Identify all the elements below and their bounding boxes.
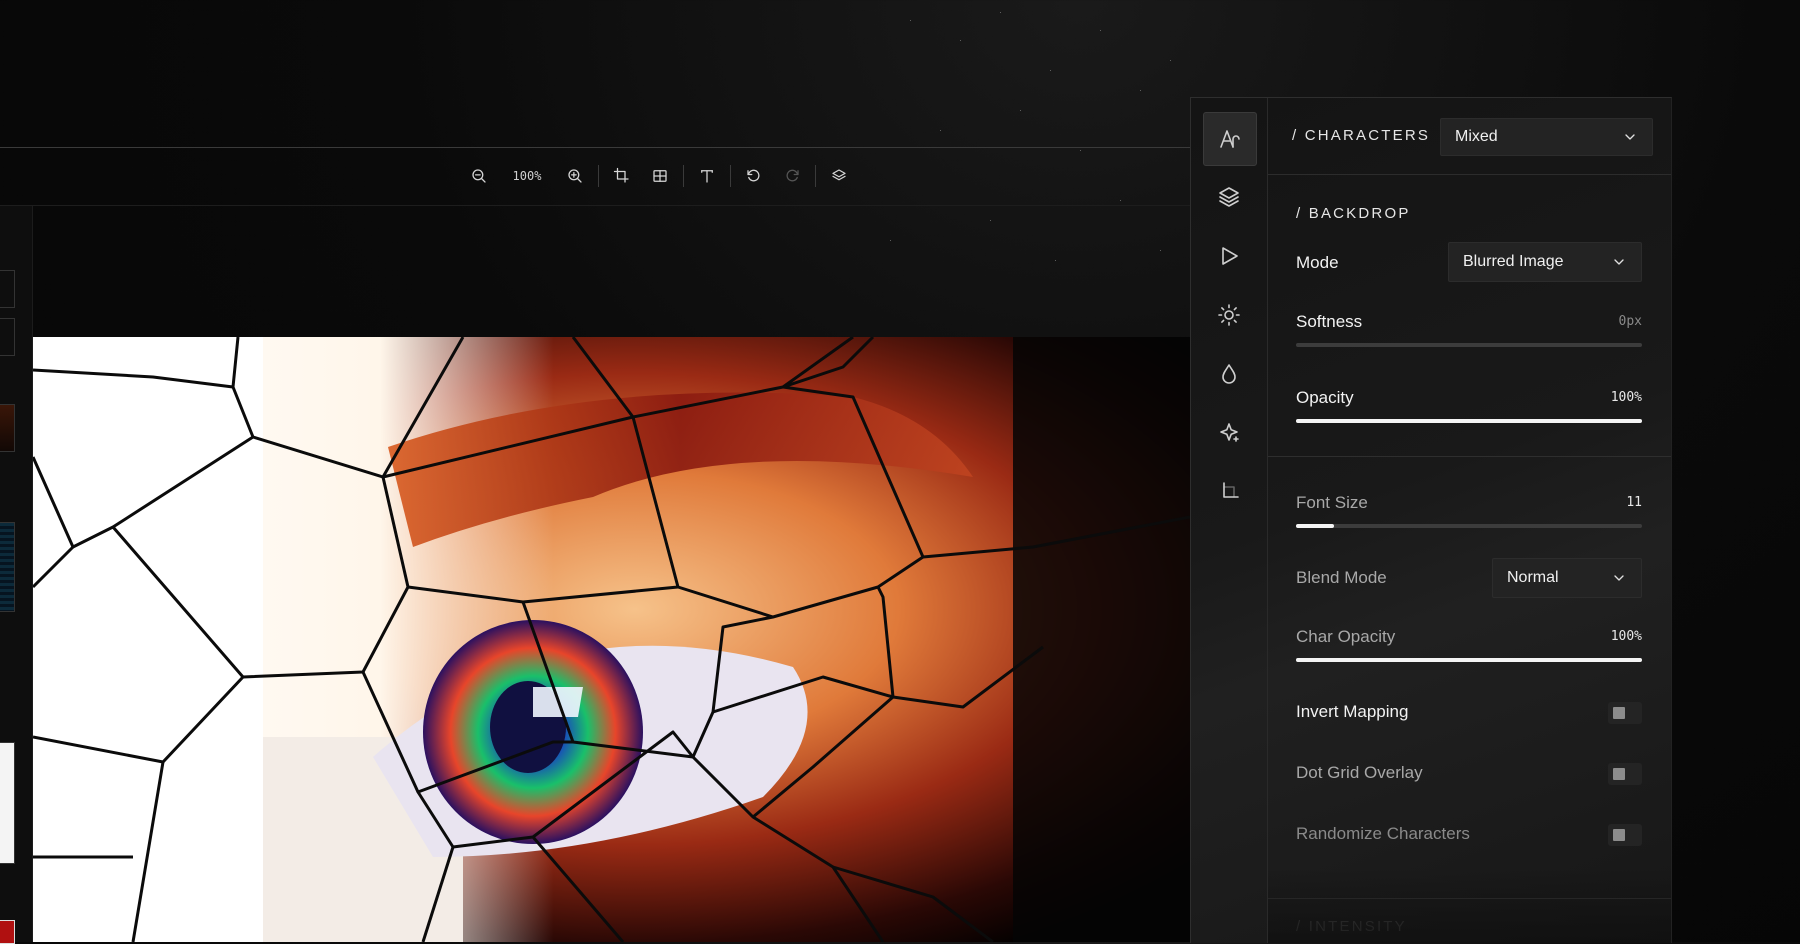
dot-grid-label: Dot Grid Overlay — [1296, 763, 1423, 782]
layers-button[interactable] — [820, 160, 858, 192]
undo-button[interactable] — [735, 160, 773, 192]
redo-icon — [786, 169, 799, 182]
artwork-image — [33, 337, 1190, 942]
thumbnail[interactable] — [0, 318, 15, 356]
intensity-section-title: / INTENSITY — [1296, 918, 1407, 935]
blend-mode-select-value: Normal — [1507, 569, 1559, 586]
backdrop-section-title: / BACKDROP — [1296, 205, 1411, 222]
char-opacity-label: Char Opacity — [1296, 627, 1396, 646]
thumbnail[interactable] — [0, 920, 15, 944]
left-thumbnail-strip — [0, 206, 33, 944]
characters-icon — [1220, 130, 1240, 148]
zoom-in-button[interactable] — [556, 160, 594, 192]
toolbar-bottom-border — [0, 205, 1190, 206]
font-size-label: Font Size — [1296, 493, 1368, 512]
characters-select-value: Mixed — [1455, 128, 1498, 145]
tab-brightness[interactable] — [1203, 289, 1255, 341]
characters-select[interactable]: Mixed — [1440, 118, 1653, 156]
section-divider — [1268, 898, 1671, 899]
sparkle-icon — [1220, 423, 1239, 442]
text-tool-icon — [701, 170, 713, 183]
thumbnail[interactable] — [0, 270, 15, 308]
opacity-value: 100% — [1610, 390, 1642, 405]
thumbnail[interactable] — [0, 404, 15, 452]
chevron-down-icon — [1614, 575, 1624, 581]
dot-grid-toggle[interactable] — [1608, 763, 1642, 785]
font-size-slider-fill — [1296, 524, 1335, 528]
zoom-out-icon — [472, 169, 486, 183]
tab-crop[interactable] — [1203, 466, 1255, 518]
softness-value: 0px — [1618, 314, 1642, 329]
blend-mode-label: Blend Mode — [1296, 568, 1387, 587]
characters-header: / CHARACTERS Mixed — [1268, 98, 1671, 175]
properties-panel: / CHARACTERS Mixed / BACKDROP Mode Blurr… — [1190, 97, 1672, 943]
crop-button[interactable] — [603, 160, 641, 192]
tab-color[interactable] — [1203, 348, 1255, 400]
panel-tab-rail — [1191, 98, 1268, 943]
blend-mode-select[interactable]: Normal — [1492, 558, 1642, 598]
randomize-label: Randomize Characters — [1296, 824, 1470, 843]
tab-effects[interactable] — [1203, 407, 1255, 459]
zoom-in-icon — [568, 169, 582, 183]
thumbnail[interactable] — [0, 522, 15, 612]
crop-icon — [1223, 482, 1239, 498]
brightness-icon — [1218, 304, 1240, 326]
softness-slider[interactable] — [1296, 343, 1642, 347]
droplet-icon — [1222, 364, 1236, 384]
mode-select-value: Blurred Image — [1463, 253, 1564, 270]
toolbar-divider — [730, 165, 731, 187]
tab-characters[interactable] — [1203, 112, 1257, 166]
split-view-button[interactable] — [641, 160, 679, 192]
starfield — [850, 0, 1200, 300]
invert-mapping-toggle[interactable] — [1608, 702, 1642, 724]
char-opacity-slider-fill — [1296, 658, 1642, 662]
mode-select[interactable]: Blurred Image — [1448, 242, 1642, 282]
canvas-toolbar: 100% — [460, 160, 858, 192]
toolbar-divider — [683, 165, 684, 187]
tab-layers[interactable] — [1203, 171, 1255, 223]
toolbar-top-border — [0, 147, 1190, 148]
opacity-slider[interactable] — [1296, 419, 1642, 423]
chevron-down-icon — [1614, 259, 1624, 265]
chevron-down-icon — [1625, 134, 1635, 140]
toolbar-divider — [815, 165, 816, 187]
section-divider — [1268, 456, 1671, 457]
crop-icon — [613, 167, 629, 183]
mode-label: Mode — [1296, 253, 1339, 272]
image-canvas[interactable] — [33, 337, 1190, 942]
play-icon — [1222, 247, 1238, 265]
opacity-label: Opacity — [1296, 388, 1354, 407]
zoom-level[interactable]: 100% — [498, 169, 556, 183]
redo-button[interactable] — [773, 160, 811, 192]
opacity-slider-fill — [1296, 419, 1642, 423]
softness-label: Softness — [1296, 312, 1363, 331]
randomize-toggle[interactable] — [1608, 824, 1642, 846]
undo-icon — [747, 169, 760, 182]
layers-icon — [1219, 187, 1239, 207]
char-opacity-value: 100% — [1610, 629, 1642, 644]
layers-icon — [832, 169, 846, 181]
font-size-value: 11 — [1626, 495, 1642, 510]
tab-play[interactable] — [1203, 230, 1255, 282]
zoom-out-button[interactable] — [460, 160, 498, 192]
thumbnail[interactable] — [0, 742, 15, 864]
invert-mapping-label: Invert Mapping — [1296, 702, 1409, 721]
split-view-icon — [653, 170, 667, 182]
toolbar-divider — [598, 165, 599, 187]
text-tool-button[interactable] — [688, 160, 726, 192]
font-size-slider[interactable] — [1296, 524, 1642, 528]
panel-content: / CHARACTERS Mixed / BACKDROP Mode Blurr… — [1268, 98, 1671, 943]
char-opacity-slider[interactable] — [1296, 658, 1642, 662]
characters-section-title: / CHARACTERS — [1292, 127, 1431, 144]
